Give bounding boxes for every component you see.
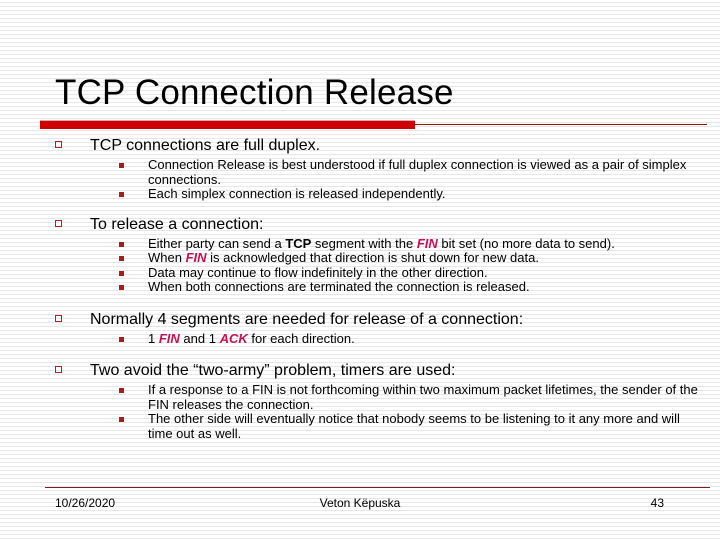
slide-footer: 10/26/2020 Veton Këpuska 43 (0, 494, 720, 512)
bullet-group-4: Two avoid the “two-army” problem, timers… (0, 361, 720, 441)
bullet-level1-label: Normally 4 segments are needed for relea… (90, 310, 524, 328)
hollow-square-bullet-icon (55, 366, 62, 373)
sub-bullet-list: 1 FIN and 1 ACK for each direction. (0, 331, 720, 347)
bullet-level2: If a response to a FIN is not forthcomin… (0, 382, 720, 412)
bullet-level2-label: Either party can send a TCP segment with… (148, 236, 615, 251)
filled-square-bullet-icon (119, 241, 124, 247)
bullet-level2: Data may continue to flow indefinitely i… (0, 264, 720, 281)
bullet-level1-label: To release a connection: (90, 215, 264, 233)
bullet-level2-label: When both connections are terminated the… (148, 279, 530, 294)
text-run: bit set (no more data to send). (437, 235, 615, 251)
bullet-level1: Normally 4 segments are needed for relea… (0, 310, 720, 329)
slide-title: TCP Connection Release (55, 73, 454, 112)
filled-square-bullet-icon (119, 388, 124, 393)
text-run-fin: FIN (158, 330, 180, 346)
filled-square-bullet-icon (119, 163, 124, 168)
text-run-fin: FIN (416, 235, 438, 251)
bullet-level1: Two avoid the “two-army” problem, timers… (0, 361, 720, 380)
text-run: and 1 (179, 330, 220, 346)
bullet-level2: Connection Release is best understood if… (0, 157, 720, 187)
filled-square-bullet-icon (119, 417, 124, 422)
filled-square-bullet-icon (119, 192, 124, 197)
bullet-level2-label: Data may continue to flow indefinitely i… (148, 264, 488, 280)
bullet-level2-label: If a response to a FIN is not forthcomin… (148, 382, 698, 412)
text-run-tcp: TCP (285, 235, 312, 251)
text-run: 1 (148, 330, 159, 346)
bullet-level2: 1 FIN and 1 ACK for each direction. (0, 331, 720, 347)
hollow-square-bullet-icon (55, 219, 62, 227)
bullet-level2-label: The other side will eventually notice th… (148, 411, 680, 441)
footer-author: Veton Këpuska (319, 496, 401, 510)
bullet-group-3: Normally 4 segments are needed for relea… (0, 310, 720, 347)
bullet-level2: Each simplex connection is released inde… (0, 186, 720, 202)
bullet-group-1: TCP connections are full duplex. Connect… (0, 136, 720, 202)
bullet-level2-label: Each simplex connection is released inde… (148, 186, 446, 201)
bullet-level2: When FIN is acknowledged that direction … (0, 250, 720, 266)
bullet-level1-label: TCP connections are full duplex. (90, 137, 321, 154)
bullet-level1: To release a connection: (0, 215, 720, 234)
bullet-group-2: To release a connection: Either party ca… (0, 215, 720, 295)
sub-bullet-list: Connection Release is best understood if… (0, 157, 720, 202)
bullet-level2: The other side will eventually notice th… (0, 411, 720, 441)
bullet-level2-label: 1 FIN and 1 ACK for each direction. (148, 331, 355, 346)
text-run: is acknowledged that direction is shut d… (206, 250, 539, 265)
text-run: When (148, 250, 186, 265)
hollow-square-bullet-icon (55, 314, 62, 322)
text-run: segment with the (311, 235, 417, 251)
sub-bullet-list: If a response to a FIN is not forthcomin… (0, 382, 720, 441)
bullet-level2: When both connections are terminated the… (0, 279, 720, 295)
text-run-fin: FIN (185, 250, 207, 265)
text-run-ack: ACK (219, 330, 248, 346)
filled-square-bullet-icon (119, 285, 124, 290)
filled-square-bullet-icon (119, 336, 124, 342)
sub-bullet-list: Either party can send a TCP segment with… (0, 236, 720, 295)
slide-canvas: TCP Connection Release TCP connections a… (0, 0, 720, 540)
bullet-level2: Either party can send a TCP segment with… (0, 236, 720, 252)
bullet-level2-label: Connection Release is best understood if… (148, 157, 687, 187)
slide-body: TCP connections are full duplex. Connect… (0, 136, 720, 441)
text-run: Either party can send a (148, 235, 286, 251)
filled-square-bullet-icon (119, 270, 124, 276)
filled-square-bullet-icon (119, 256, 124, 261)
hollow-square-bullet-icon (55, 141, 62, 148)
title-underline-accent-bar (40, 120, 415, 129)
footer-divider-rule (45, 487, 710, 488)
bullet-level1: TCP connections are full duplex. (0, 136, 720, 155)
text-run: for each direction. (247, 330, 355, 346)
bullet-level1-label: Two avoid the “two-army” problem, timers… (90, 362, 456, 379)
bullet-level2-label: When FIN is acknowledged that direction … (148, 250, 539, 265)
footer-page-number: 43 (650, 496, 664, 510)
